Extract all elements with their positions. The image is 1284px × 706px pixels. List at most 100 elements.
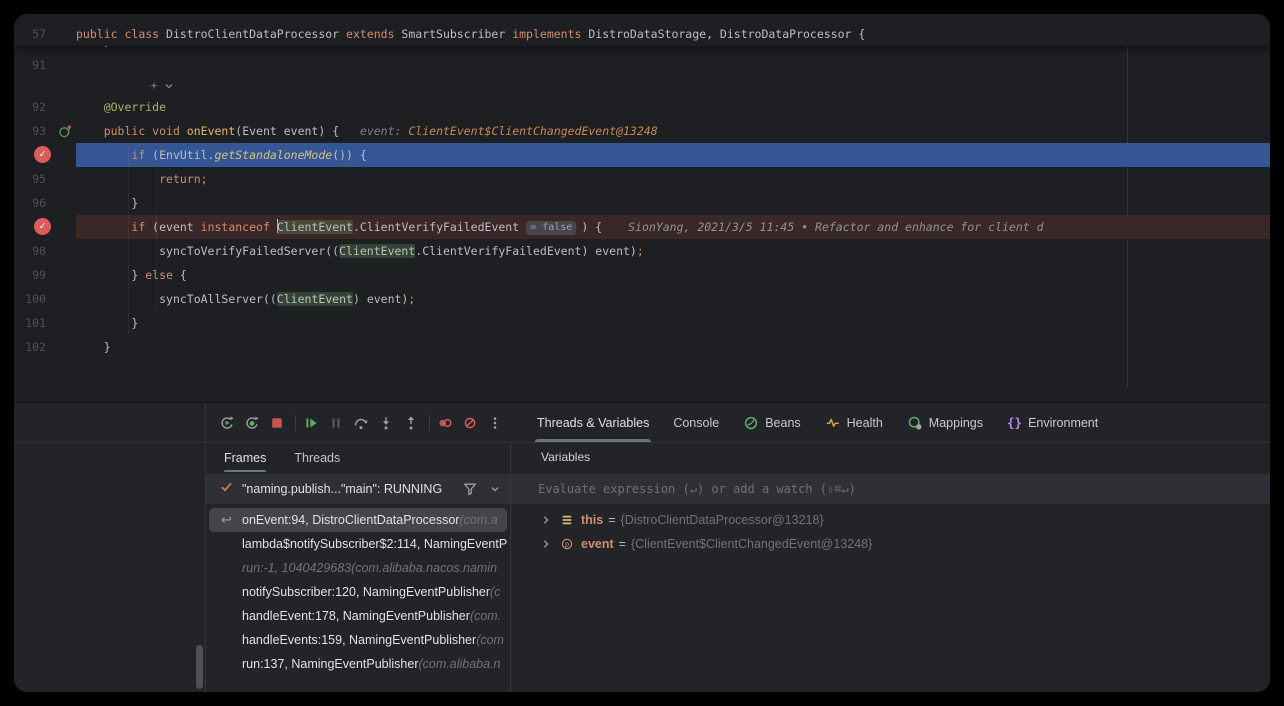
- gutter[interactable]: [54, 215, 76, 239]
- stack-frame-row[interactable]: ↩onEvent:94, DistroClientDataProcessor (…: [209, 508, 507, 532]
- scrollbar-thumb[interactable]: [196, 645, 203, 689]
- breakpoint-icon[interactable]: ✓: [34, 218, 51, 235]
- stop-button[interactable]: [268, 414, 286, 432]
- code-token: else: [145, 268, 180, 282]
- stack-frame-row[interactable]: handleEvents:159, NamingEventPublisher (…: [206, 628, 510, 652]
- variable-row[interactable]: pevent={ClientEvent$ClientChangedEvent@1…: [511, 532, 1270, 556]
- gutter[interactable]: [54, 335, 76, 359]
- code-token: ;: [201, 172, 208, 186]
- gutter[interactable]: [54, 311, 76, 335]
- code-line: 98 syncToVerifyFailedServer((ClientEvent…: [14, 239, 1270, 263]
- step-over-button[interactable]: [352, 414, 370, 432]
- tab-threads[interactable]: Threads: [294, 443, 340, 472]
- tab-label: Beans: [765, 416, 800, 430]
- stack-frame-row[interactable]: notifySubscriber:120, NamingEventPublish…: [206, 580, 510, 604]
- breakpoint-icon[interactable]: ✓: [34, 146, 51, 163]
- frame-location: notifySubscriber:120, NamingEventPublish…: [242, 585, 490, 599]
- breakpoint-hit-line: ✓ if (event instanceof ClientEvent.Clien…: [14, 215, 1270, 239]
- more-vertical-button[interactable]: [486, 414, 504, 432]
- code-token: ClientEvent: [339, 244, 415, 258]
- toolbar-separator: [429, 415, 430, 431]
- beans-icon: [743, 415, 759, 431]
- code-text: if (event instanceof ClientEvent.ClientV…: [76, 215, 1270, 239]
- code-text: }: [76, 311, 1270, 335]
- inline-debug-hint: event:: [360, 124, 408, 138]
- frames-list: ↩onEvent:94, DistroClientDataProcessor (…: [206, 508, 510, 676]
- stack-frame-row[interactable]: lambda$notifySubscriber$2:114, NamingEve…: [206, 532, 510, 556]
- stack-frame-row[interactable]: handleEvent:178, NamingEventPublisher (c…: [206, 604, 510, 628]
- code-line: 91: [14, 53, 1270, 77]
- chevron-down-icon[interactable]: [488, 482, 502, 496]
- tab-beans[interactable]: Beans: [731, 403, 812, 442]
- gutter[interactable]: [54, 191, 76, 215]
- code-text: syncToVerifyFailedServer((ClientEvent.Cl…: [76, 239, 1270, 263]
- tab-console[interactable]: Console: [661, 403, 731, 442]
- code-token: onEvent: [187, 124, 235, 138]
- thread-label: "naming.publish..."main": RUNNING: [242, 482, 462, 496]
- line-number: 93: [14, 119, 54, 143]
- code-token: ;: [408, 292, 415, 306]
- code-line: 93 public void onEvent(Event event) { ev…: [14, 119, 1270, 143]
- code-token: DistroClientDataProcessor: [166, 27, 346, 41]
- code-token: instanceof: [201, 220, 277, 234]
- tab-mappings[interactable]: Mappings: [895, 403, 995, 442]
- code-token: ) event): [353, 292, 408, 306]
- gutter[interactable]: [54, 263, 76, 287]
- stack-frame-row[interactable]: run:-1, 1040429683 (com.alibaba.nacos.na…: [206, 556, 510, 580]
- variable-value: {DistroClientDataProcessor@13218}: [621, 513, 824, 527]
- clipped-code-line: 90 }: [14, 46, 1270, 53]
- gutter[interactable]: [54, 143, 76, 167]
- gutter[interactable]: [54, 53, 76, 77]
- filter-icon[interactable]: [462, 481, 478, 497]
- gutter[interactable]: [54, 46, 76, 53]
- tab-threads-variables[interactable]: Threads & Variables: [525, 403, 661, 442]
- mute-breakpoints-button[interactable]: [436, 414, 454, 432]
- pause-button[interactable]: [327, 414, 345, 432]
- code-editor[interactable]: 90 }91 92 @Override93 public void onEvent…: [14, 46, 1270, 359]
- code-token: }: [131, 196, 138, 210]
- chevron-right-icon[interactable]: [539, 537, 553, 551]
- resume-button[interactable]: [302, 414, 320, 432]
- no-breakpoints-button[interactable]: [461, 414, 479, 432]
- tab-environment[interactable]: {}Environment: [995, 403, 1110, 442]
- ai-inlay-widget[interactable]: [148, 79, 176, 93]
- code-line: 57public class DistroClientDataProcessor…: [14, 22, 1270, 46]
- variable-row[interactable]: this={DistroClientDataProcessor@13218}: [511, 508, 1270, 532]
- tab-frames[interactable]: Frames: [224, 443, 266, 472]
- gutter[interactable]: [54, 95, 76, 119]
- code-text: @Override: [76, 95, 1270, 119]
- tab-health[interactable]: Health: [813, 403, 895, 442]
- thread-selector[interactable]: "naming.publish..."main": RUNNING: [206, 474, 510, 504]
- code-text: [76, 53, 1270, 77]
- step-out-button[interactable]: [402, 414, 420, 432]
- gutter[interactable]: [54, 22, 76, 46]
- code-token: public: [76, 27, 124, 41]
- execution-pointer-icon: ↩: [221, 511, 232, 529]
- chevron-right-icon[interactable]: [539, 513, 553, 527]
- code-line: 95 return;: [14, 167, 1270, 191]
- debugger-toolbar: Threads & Variables Console Beans HealthMap…: [206, 403, 1270, 442]
- frame-package: (com.alibaba.n: [419, 657, 501, 671]
- code-token: ClientEvent: [277, 220, 353, 234]
- code-line: 92 @Override: [14, 95, 1270, 119]
- code-token: getStandaloneMode: [214, 148, 332, 162]
- chevron-down-icon[interactable]: [488, 482, 502, 496]
- gutter[interactable]: [54, 119, 76, 143]
- environment-icon: {}: [1007, 415, 1022, 430]
- inlay-hint-row: [14, 77, 1270, 95]
- funnel-icon[interactable]: [462, 481, 478, 497]
- stack-frame-row[interactable]: run:137, NamingEventPublisher (com.aliba…: [206, 652, 510, 676]
- gutter[interactable]: [54, 239, 76, 263]
- tab-label: Console: [673, 416, 719, 430]
- gutter[interactable]: [54, 287, 76, 311]
- code-token: }: [104, 46, 111, 48]
- ai-assistant-icon: [148, 80, 160, 92]
- code-token: ClientEvent: [277, 292, 353, 306]
- line-number: 101: [14, 311, 54, 335]
- evaluate-expression-input[interactable]: Evaluate expression (↵) or add a watch (…: [511, 474, 1270, 504]
- gutter[interactable]: [54, 167, 76, 191]
- rerun-button[interactable]: [218, 414, 236, 432]
- variable-name: event: [581, 537, 614, 551]
- rerun-debug-button[interactable]: [243, 414, 261, 432]
- step-into-button[interactable]: [377, 414, 395, 432]
